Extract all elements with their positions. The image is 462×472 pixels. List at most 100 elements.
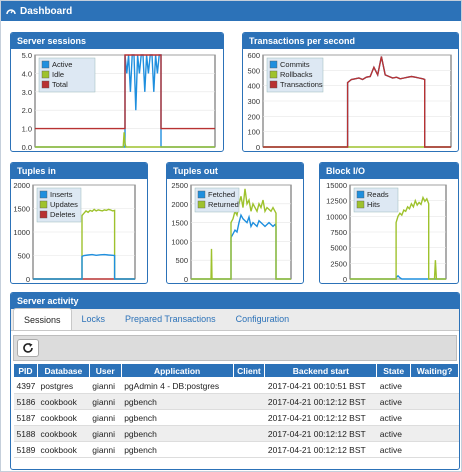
y-tick-label: 0 xyxy=(26,275,30,284)
col-client[interactable]: Client xyxy=(232,363,266,378)
legend-swatch xyxy=(356,190,365,199)
server-activity-title: Server activity xyxy=(11,293,459,309)
dashboard-gauge-icon xyxy=(6,9,16,15)
cell-application: pgbench xyxy=(121,393,233,410)
legend-swatch xyxy=(41,60,50,69)
y-tick-label: 300 xyxy=(247,97,260,106)
tps-panel: Transactions per second 600 500 400 300 200 1… xyxy=(242,32,459,152)
legend-swatch xyxy=(269,80,278,89)
dashboard-title: Dashboard xyxy=(20,5,73,17)
cell-waiting xyxy=(410,425,459,442)
y-tick-label: 0 xyxy=(343,275,347,284)
cell-backend-start: 2017-04-21 00:12:12 BST xyxy=(264,393,377,410)
cell-state: active xyxy=(376,441,411,458)
legend-swatch xyxy=(356,200,365,209)
col-state[interactable]: State xyxy=(376,363,412,378)
col-database[interactable]: Database xyxy=(36,363,90,378)
y-tick-label: 500 xyxy=(17,252,30,261)
tuples-out-panel: Tuples out 2500 2000 1500 1000 500 0 Fetched Re… xyxy=(166,162,304,284)
cell-database: cookbook xyxy=(37,409,90,426)
y-tick-label: 500 xyxy=(175,256,188,265)
dashboard-header: Dashboard xyxy=(1,1,461,21)
legend-label: Transactions xyxy=(280,80,323,89)
table-row[interactable]: 5188 cookbook gianni pgbench 2017-04-21 00:1… xyxy=(13,425,459,442)
legend-label: Returned xyxy=(208,200,239,209)
legend-label: Rollbacks xyxy=(280,70,313,79)
tuples-in-chart: 2000 1500 1000 500 0 InsertsUpdatesDeletes xyxy=(13,181,136,284)
y-tick-label: 100 xyxy=(247,128,260,137)
col-backend-start[interactable]: Backend start xyxy=(264,363,378,378)
cell-state: active xyxy=(376,409,411,426)
cell-state: active xyxy=(376,393,411,410)
legend-swatch xyxy=(269,60,278,69)
refresh-button[interactable] xyxy=(17,339,39,357)
tab-prepared-transactions[interactable]: Prepared Transactions xyxy=(115,308,226,330)
cell-waiting xyxy=(410,377,459,394)
legend-swatch xyxy=(41,70,50,79)
cell-backend-start: 2017-04-21 00:12:12 BST xyxy=(264,409,377,426)
activity-toolbar xyxy=(13,335,457,361)
cell-database: cookbook xyxy=(37,425,90,442)
cell-pid: 5186 xyxy=(13,393,38,410)
tps-title: Transactions per second xyxy=(243,33,458,49)
legend-swatch xyxy=(197,190,206,199)
y-tick-label: 1000 xyxy=(171,237,188,246)
table-row[interactable]: 5186 cookbook gianni pgbench 2017-04-21 00:1… xyxy=(13,393,459,410)
tps-chart: 600 500 400 300 200 100 0 CommitsRollbacksTrans… xyxy=(247,51,452,152)
cell-application: pgbench xyxy=(121,425,233,442)
cell-waiting xyxy=(410,409,459,426)
sessions-table-body: 4397 postgres gianni pgAdmin 4 - DB:postgre… xyxy=(13,377,459,458)
y-tick-label: 600 xyxy=(247,51,260,60)
table-row[interactable]: 5189 cookbook gianni pgbench 2017-04-21 00:1… xyxy=(13,441,459,458)
y-tick-label: 200 xyxy=(247,112,260,121)
cell-pid: 4397 xyxy=(13,377,38,394)
cell-user: gianni xyxy=(89,409,122,426)
block-io-chart: 15000 12500 10000 7500 5000 2500 0 ReadsHits xyxy=(326,181,447,284)
col-user[interactable]: User xyxy=(88,363,122,378)
tab-configuration[interactable]: Configuration xyxy=(226,308,300,330)
tuples-out-title: Tuples out xyxy=(167,163,303,179)
y-tick-label: 5000 xyxy=(330,244,347,253)
y-tick-label: 0 xyxy=(256,143,260,152)
legend-swatch xyxy=(39,210,48,219)
server-sessions-panel: Server sessions 5.0 4.0 3.0 2.0 1.0 0.0 Active… xyxy=(10,32,224,152)
tab-sessions[interactable]: Sessions xyxy=(13,308,72,330)
y-tick-label: 2500 xyxy=(171,181,188,190)
cell-state: active xyxy=(376,425,411,442)
y-tick-label: 2000 xyxy=(171,200,188,209)
sessions-table-header: PID Database User Application Client Bac… xyxy=(13,363,459,378)
cell-application: pgAdmin 4 - DB:postgres xyxy=(121,377,233,394)
cell-backend-start: 2017-04-21 00:10:51 BST xyxy=(264,377,377,394)
legend-label: Hits xyxy=(367,200,380,209)
y-tick-label: 1500 xyxy=(13,205,30,214)
cell-database: postgres xyxy=(37,377,90,394)
cell-client xyxy=(233,425,265,442)
sessions-table: PID Database User Application Client Bac… xyxy=(13,363,459,458)
cell-pid: 5188 xyxy=(13,425,38,442)
cell-database: cookbook xyxy=(37,441,90,458)
cell-application: pgbench xyxy=(121,409,233,426)
cell-application: pgbench xyxy=(121,441,233,458)
refresh-icon xyxy=(23,343,33,353)
y-tick-label: 15000 xyxy=(326,181,347,190)
server-activity-panel: Server activity Sessions Locks Prepared … xyxy=(10,292,460,470)
cell-user: gianni xyxy=(89,377,122,394)
col-pid[interactable]: PID xyxy=(13,363,38,378)
legend-swatch xyxy=(197,200,206,209)
legend-label: Deletes xyxy=(50,210,76,219)
cell-client xyxy=(233,441,265,458)
cell-client xyxy=(233,409,265,426)
legend-swatch xyxy=(39,200,48,209)
col-application[interactable]: Application xyxy=(120,363,234,378)
y-tick-label: 400 xyxy=(247,82,260,91)
tab-locks[interactable]: Locks xyxy=(72,308,116,330)
table-row[interactable]: 5187 cookbook gianni pgbench 2017-04-21 00:1… xyxy=(13,409,459,426)
legend-swatch xyxy=(41,80,50,89)
server-sessions-chart: 5.0 4.0 3.0 2.0 1.0 0.0 ActiveIdleTotal xyxy=(22,51,216,151)
cell-client xyxy=(233,377,265,394)
y-tick-label: 12500 xyxy=(326,197,347,206)
table-row[interactable]: 4397 postgres gianni pgAdmin 4 - DB:postgre… xyxy=(13,377,459,394)
col-waiting[interactable]: Waiting? xyxy=(410,363,459,378)
y-tick-label: 2000 xyxy=(13,181,30,190)
cell-pid: 5187 xyxy=(13,409,38,426)
